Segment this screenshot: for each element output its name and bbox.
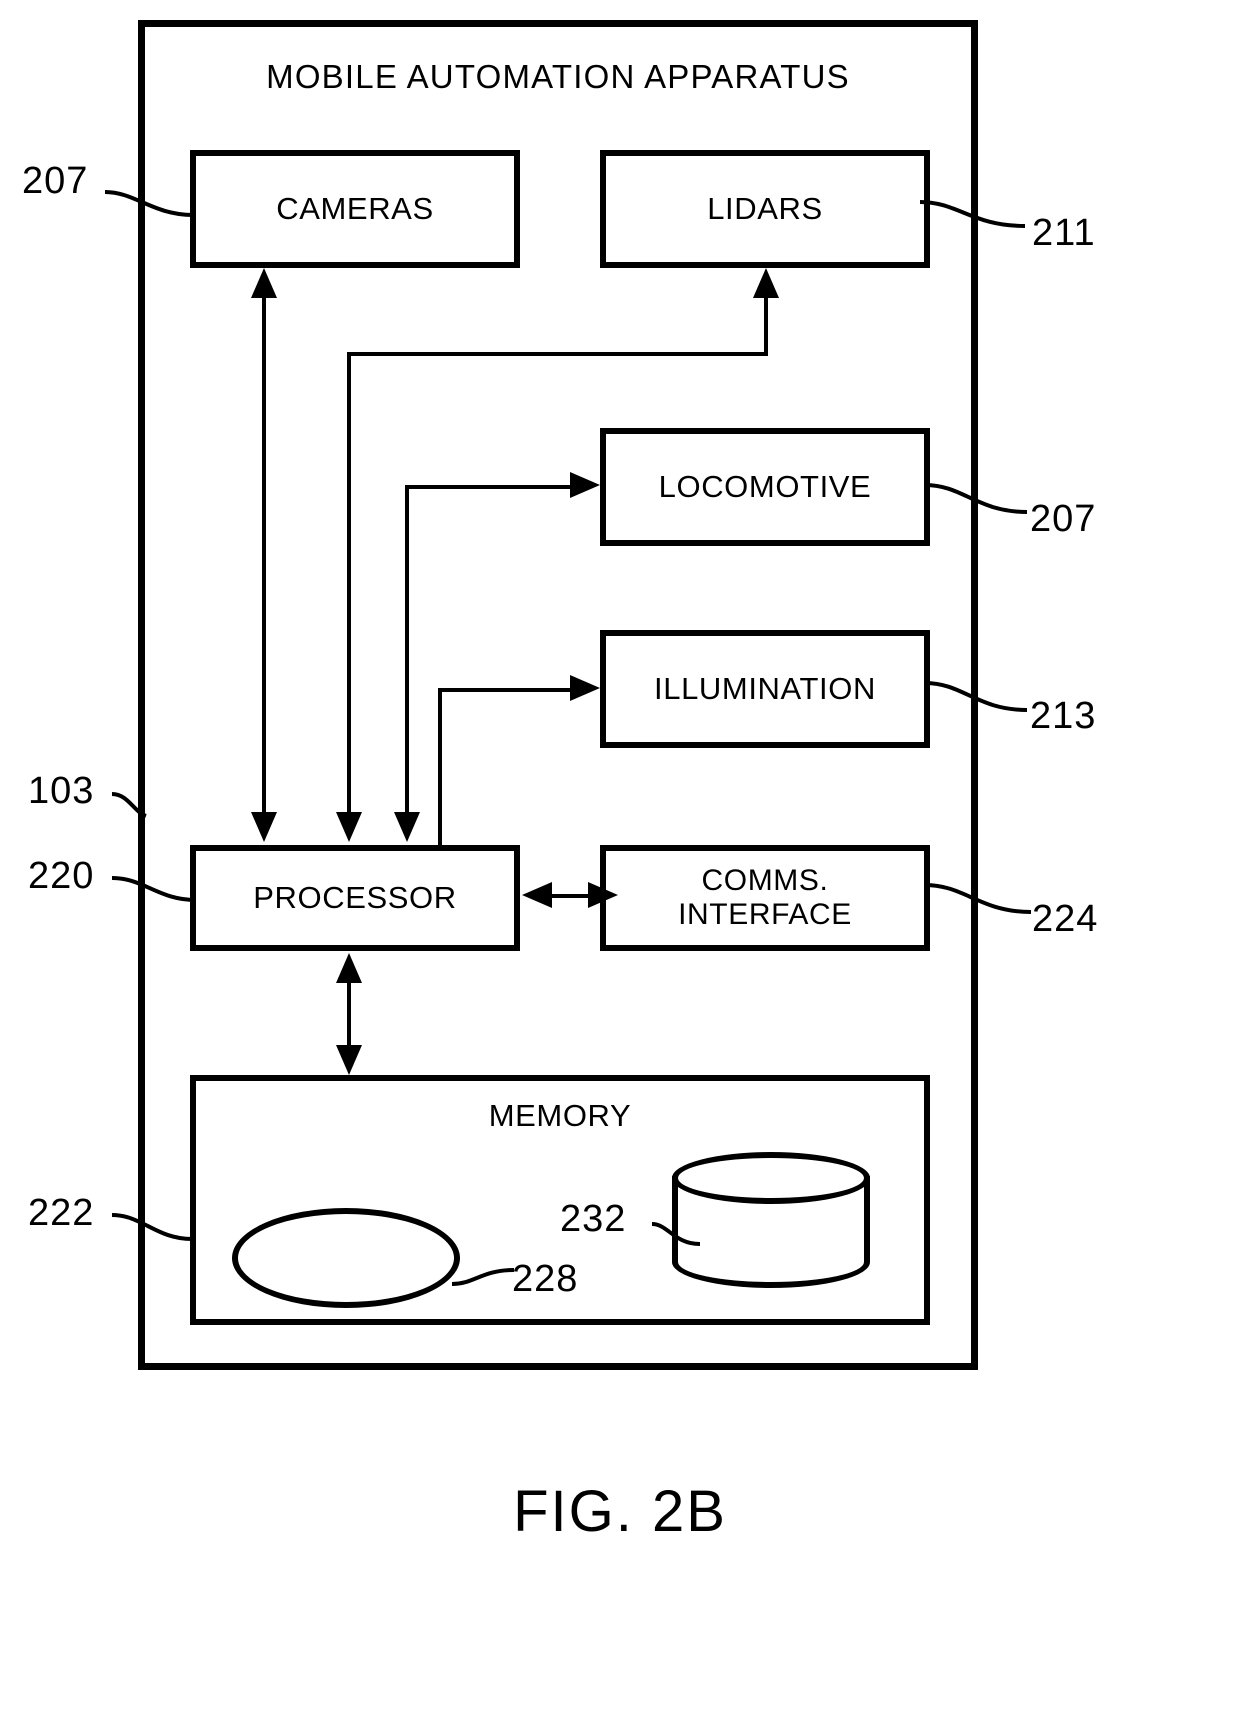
reference-numeral-lidars: 211 [1032,212,1096,254]
reference-numeral-memory: 222 [28,1192,95,1234]
leader-line-illumination [924,678,1033,730]
connector-locomotive-horizontal [405,485,577,489]
cameras-block: CAMERAS [190,150,520,268]
connector-processor-memory [347,975,351,1053]
reference-numeral-processor: 220 [28,855,95,897]
comms-interface-block: COMMS. INTERFACE [600,845,930,951]
arrowhead-down-processor-from-locomotive [394,812,420,842]
processor-block: PROCESSOR [190,845,520,951]
reference-numeral-apparatus: 103 [28,770,95,812]
lidars-label: LIDARS [707,190,823,226]
leader-line-oval-element [451,1248,520,1294]
connector-illumination-vertical [438,690,442,847]
patent-figure-page: MOBILE AUTOMATION APPARATUS CAMERAS LIDA… [0,0,1240,1736]
leader-line-cylinder-element [651,1212,710,1256]
leader-line-locomotive [924,480,1033,532]
apparatus-title: MOBILE AUTOMATION APPARATUS [266,58,850,95]
reference-numeral-cameras: 207 [22,160,89,202]
reference-numeral-oval-element: 228 [512,1258,579,1300]
comms-label-line1: COMMS. [701,864,829,898]
arrowhead-down-processor-from-cameras [251,812,277,842]
memory-label: MEMORY [488,1098,632,1133]
comms-label-line2: INTERFACE [678,898,852,931]
arrowhead-right-comms [588,882,618,908]
arrowhead-down-processor-from-lidars [336,812,362,842]
arrowhead-right-locomotive [570,472,600,498]
connector-lidars-vertical-left [347,352,351,828]
connector-lidars-horizontal [347,352,768,356]
figure-caption: FIG. 2B [513,1479,727,1544]
reference-numeral-comms-interface: 224 [1032,898,1099,940]
lidars-block: LIDARS [600,150,930,268]
leader-line-comms-interface [924,880,1037,932]
memory-oval-element [232,1208,460,1308]
arrowhead-down-memory [336,1045,362,1075]
locomotive-label: LOCOMOTIVE [658,468,872,504]
reference-numeral-illumination: 213 [1030,695,1097,737]
leader-line-processor [111,868,202,912]
illumination-block: ILLUMINATION [600,630,930,748]
arrowhead-right-illumination [570,675,600,701]
reference-numeral-cylinder-element: 232 [560,1198,627,1240]
leader-line-cameras [104,175,200,225]
arrowhead-up-processor-memory [336,953,362,983]
processor-label: PROCESSOR [253,879,457,915]
leader-line-memory [111,1205,197,1251]
connector-cameras-processor [262,290,266,828]
locomotive-block: LOCOMOTIVE [600,428,930,546]
connector-locomotive-vertical [405,487,409,828]
arrowhead-up-cameras [251,268,277,298]
cameras-label: CAMERAS [276,190,434,226]
arrowhead-up-lidars [753,268,779,298]
leader-line-apparatus [111,782,152,824]
cylinder-top-ellipse [672,1152,870,1204]
comms-interface-label: COMMS. INTERFACE [678,864,852,931]
arrowhead-left-processor [522,882,552,908]
reference-numeral-locomotive: 207 [1030,498,1097,540]
illumination-label: ILLUMINATION [654,670,876,706]
connector-lidars-vertical-right [764,290,768,354]
connector-illumination-horizontal [438,688,577,692]
leader-line-lidars [919,196,1030,246]
